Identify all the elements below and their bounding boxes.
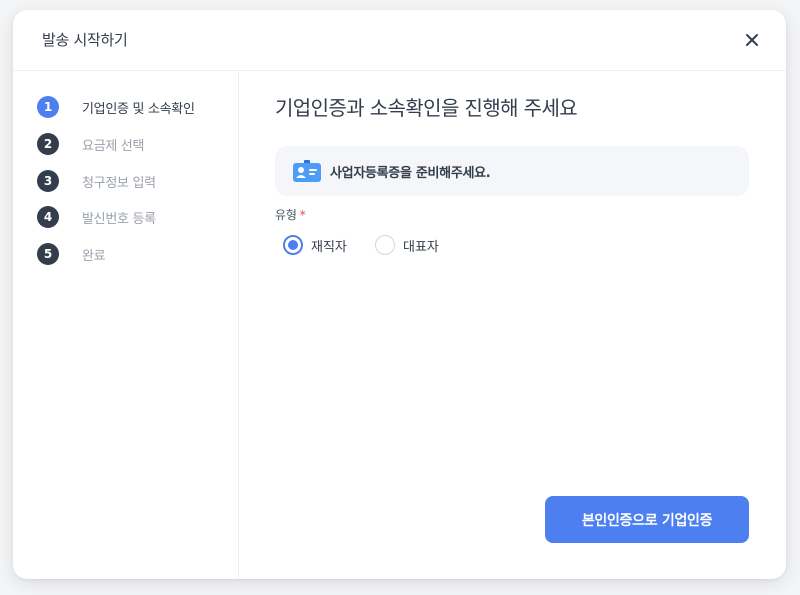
step-item-company-verification[interactable]: 1 기업인증 및 소속확인: [37, 94, 195, 120]
verify-company-button[interactable]: 본인인증으로 기업인증: [545, 496, 749, 543]
close-button[interactable]: [740, 28, 764, 52]
step-number-badge: 3: [37, 170, 59, 192]
dialog-title: 발송 시작하기: [42, 31, 128, 49]
step-label: 요금제 선택: [82, 138, 145, 154]
step-sidebar: 1 기업인증 및 소속확인 2 요금제 선택 3 청구정보 입력 4 발신번호 …: [13, 71, 239, 579]
step-label: 기업인증 및 소속확인: [82, 101, 195, 117]
radio-label: 재직자: [311, 239, 347, 255]
step-item-complete[interactable]: 5 완료: [37, 241, 106, 267]
type-label-text: 유형: [275, 208, 297, 222]
page-title: 기업인증과 소속확인을 진행해 주세요: [275, 96, 578, 120]
radio-button[interactable]: [375, 235, 395, 255]
notice-text: 사업자등록증을 준비해주세요.: [330, 165, 491, 181]
dialog-header: 발송 시작하기: [13, 10, 786, 71]
step-number-badge: 1: [37, 96, 59, 118]
radio-employee[interactable]: 재직자: [283, 233, 347, 257]
radio-button[interactable]: [283, 235, 303, 255]
step-number-badge: 4: [37, 206, 59, 228]
step-item-plan-selection[interactable]: 2 요금제 선택: [37, 131, 144, 157]
type-field-label: 유형 *: [275, 206, 306, 223]
id-card-icon: [293, 160, 321, 182]
step-label: 완료: [82, 248, 106, 264]
close-icon: [746, 34, 758, 46]
radio-representative[interactable]: 대표자: [375, 233, 439, 257]
radio-label: 대표자: [403, 239, 439, 255]
step-label: 발신번호 등록: [82, 211, 156, 227]
notice-banner: 사업자등록증을 준비해주세요.: [275, 146, 749, 196]
step-label: 청구정보 입력: [82, 175, 156, 191]
step-number-badge: 2: [37, 133, 59, 155]
step-item-billing-info[interactable]: 3 청구정보 입력: [37, 168, 156, 194]
start-sending-dialog: 발송 시작하기 1 기업인증 및 소속확인 2 요금제 선택 3 청구정보 입력…: [13, 10, 786, 579]
step-number-badge: 5: [37, 243, 59, 265]
step-item-sender-number[interactable]: 4 발신번호 등록: [37, 204, 156, 230]
required-mark: *: [299, 208, 306, 222]
